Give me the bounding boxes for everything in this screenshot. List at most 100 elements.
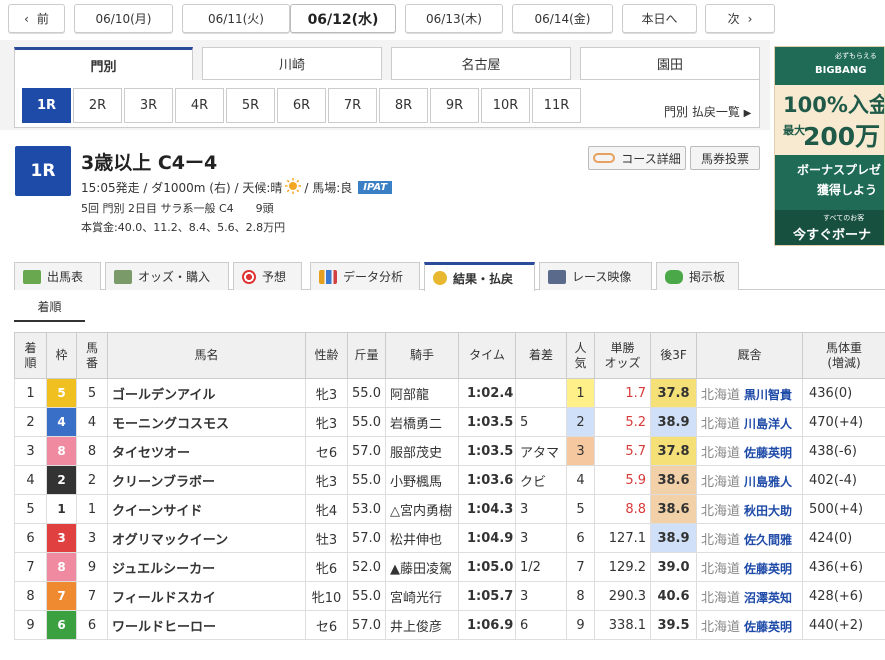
margin: クビ bbox=[515, 465, 567, 495]
jockey-link[interactable]: 服部茂史 bbox=[385, 436, 459, 466]
trainer-link[interactable]: 秋田大助 bbox=[744, 504, 792, 518]
trainer-link[interactable]: 川島雅人 bbox=[744, 475, 792, 489]
race-button[interactable]: 2R bbox=[73, 88, 122, 123]
finish-time: 1:04.3 bbox=[458, 494, 516, 524]
prev-day-button[interactable]: ‹ 前 bbox=[8, 4, 65, 33]
race-prize: 本賞金:40.0、11.2、8.4、5.6、2.8万円 bbox=[81, 221, 286, 234]
tab-prediction[interactable]: 予想 bbox=[233, 262, 302, 290]
trainer-link[interactable]: 佐藤英明 bbox=[744, 446, 792, 460]
vote-button[interactable]: 馬券投票 bbox=[690, 146, 760, 170]
horse-name-link[interactable]: クイーンサイド bbox=[107, 494, 306, 524]
horse-name-link[interactable]: ジュエルシーカー bbox=[107, 552, 306, 582]
column-header: 斤量 bbox=[347, 332, 386, 379]
venue-tab[interactable]: 園田 bbox=[580, 47, 760, 80]
margin: 6 bbox=[515, 610, 567, 640]
date-button[interactable]: 06/10(月) bbox=[74, 4, 173, 33]
last-3f: 37.8 bbox=[650, 436, 697, 466]
next-day-button[interactable]: 次 › bbox=[705, 4, 775, 33]
last-3f: 38.6 bbox=[650, 494, 697, 524]
popularity: 4 bbox=[566, 465, 595, 495]
date-button-active[interactable]: 06/12(水) bbox=[290, 4, 396, 33]
race-button[interactable]: 9R bbox=[430, 88, 479, 123]
margin: 3 bbox=[515, 494, 567, 524]
popularity: 7 bbox=[566, 552, 595, 582]
results-table: 着 順枠馬 番馬名 性齢 斤量 騎手 タイム 着差人 気単勝 オッズ 後3F 厩舎 馬体重 (増… bbox=[14, 332, 885, 640]
race-button[interactable]: 6R bbox=[277, 88, 326, 123]
carried-weight: 53.0 bbox=[347, 494, 386, 524]
jockey-link[interactable]: 井上俊彦 bbox=[385, 610, 459, 640]
horse-number: 8 bbox=[76, 436, 108, 466]
popularity: 2 bbox=[566, 407, 595, 437]
race-button[interactable]: 11R bbox=[532, 88, 581, 123]
jockey-link[interactable]: ▲藤田凌駕 bbox=[385, 552, 459, 582]
waku-cell: 6 bbox=[46, 610, 77, 640]
trainer-link[interactable]: 黒川智貴 bbox=[744, 388, 792, 402]
tab-entries[interactable]: 出馬表 bbox=[14, 262, 101, 290]
race-button[interactable]: 10R bbox=[481, 88, 530, 123]
tab-data-analysis[interactable]: データ分析 bbox=[310, 262, 420, 290]
tab-odds[interactable]: オッズ・購入 bbox=[105, 262, 229, 290]
horse-name-link[interactable]: オグリマックイーン bbox=[107, 523, 306, 553]
tab-bulletin-board[interactable]: 掲示板 bbox=[656, 262, 739, 290]
sex-age: 牝3 bbox=[305, 465, 348, 495]
jockey-link[interactable]: △宮内勇樹 bbox=[385, 494, 459, 524]
ipat-badge: IPAT bbox=[358, 181, 393, 194]
horse-name-link[interactable]: モーニングコスモス bbox=[107, 407, 306, 437]
venue-tab-active[interactable]: 門別 bbox=[14, 47, 193, 81]
win-odds: 129.2 bbox=[594, 552, 651, 582]
trainer-cell: 北海道 佐藤英明 bbox=[696, 552, 803, 582]
trainer-link[interactable]: 佐藤英明 bbox=[744, 620, 792, 634]
subtab-finish-order[interactable]: 着順 bbox=[14, 292, 85, 322]
horse-number: 1 bbox=[76, 494, 108, 524]
venue-tab[interactable]: 川崎 bbox=[202, 47, 382, 80]
trainer-cell: 北海道 佐藤英明 bbox=[696, 610, 803, 640]
jockey-link[interactable]: 宮崎光行 bbox=[385, 581, 459, 611]
jockey-link[interactable]: 阿部龍 bbox=[385, 378, 459, 408]
tab-race-video[interactable]: レース映像 bbox=[539, 262, 652, 290]
today-button[interactable]: 本日へ bbox=[622, 4, 697, 33]
date-button[interactable]: 06/13(木) bbox=[405, 4, 503, 33]
payout-list-link[interactable]: 門別 払戻一覧 ▶ bbox=[664, 103, 751, 120]
finish-rank: 8 bbox=[14, 581, 47, 611]
trainer-link[interactable]: 佐藤英明 bbox=[744, 562, 792, 576]
horse-name-link[interactable]: タイセツオー bbox=[107, 436, 306, 466]
trainer-cell: 北海道 佐久間雅 bbox=[696, 523, 803, 553]
race-button[interactable]: 4R bbox=[175, 88, 224, 123]
jockey-link[interactable]: 松井伸也 bbox=[385, 523, 459, 553]
horse-name-link[interactable]: ワールドヒーロー bbox=[107, 610, 306, 640]
tab-results[interactable]: 結果・払戻 bbox=[424, 262, 535, 291]
horse-name-link[interactable]: クリーンブラボー bbox=[107, 465, 306, 495]
sex-age: 牝4 bbox=[305, 494, 348, 524]
jockey-link[interactable]: 岩橋勇二 bbox=[385, 407, 459, 437]
date-button[interactable]: 06/11(火) bbox=[182, 4, 290, 33]
finish-rank: 2 bbox=[14, 407, 47, 437]
race-button[interactable]: 8R bbox=[379, 88, 428, 123]
jockey-link[interactable]: 小野楓馬 bbox=[385, 465, 459, 495]
horse-name-link[interactable]: フィールドスカイ bbox=[107, 581, 306, 611]
waku-cell: 8 bbox=[46, 436, 77, 466]
finish-time: 1:05.7 bbox=[458, 581, 516, 611]
venue-tab[interactable]: 名古屋 bbox=[391, 47, 571, 80]
course-detail-button[interactable]: コース詳細 bbox=[588, 146, 686, 170]
finish-rank: 3 bbox=[14, 436, 47, 466]
race-button[interactable]: 7R bbox=[328, 88, 377, 123]
chart-board-icon bbox=[114, 269, 132, 284]
advertisement-banner[interactable]: 必ずもらえる BIGBANG 100%入金 最大 200万 ボーナスプレゼ 獲得… bbox=[774, 46, 885, 246]
carried-weight: 55.0 bbox=[347, 407, 386, 437]
trainer-link[interactable]: 佐久間雅 bbox=[744, 533, 792, 547]
waku-badge: 1 bbox=[47, 495, 76, 523]
race-info: 15:05発走 / ダ1000m (右) / 天候:晴 / 馬場:良 IPAT bbox=[81, 178, 393, 197]
last-3f: 40.6 bbox=[650, 581, 697, 611]
date-button[interactable]: 06/14(金) bbox=[512, 4, 613, 33]
finish-rank: 6 bbox=[14, 523, 47, 553]
trainer-link[interactable]: 沼澤英知 bbox=[744, 591, 792, 605]
body-weight: 424(0) bbox=[802, 523, 885, 553]
trainer-cell: 北海道 川島洋人 bbox=[696, 407, 803, 437]
horse-number: 3 bbox=[76, 523, 108, 553]
horse-name-link[interactable]: ゴールデンアイル bbox=[107, 378, 306, 408]
race-button[interactable]: 5R bbox=[226, 88, 275, 123]
trainer-link[interactable]: 川島洋人 bbox=[744, 417, 792, 431]
triangle-right-icon: ▶ bbox=[743, 108, 752, 119]
race-button[interactable]: 3R bbox=[124, 88, 173, 123]
race-button-active[interactable]: 1R bbox=[22, 88, 71, 123]
